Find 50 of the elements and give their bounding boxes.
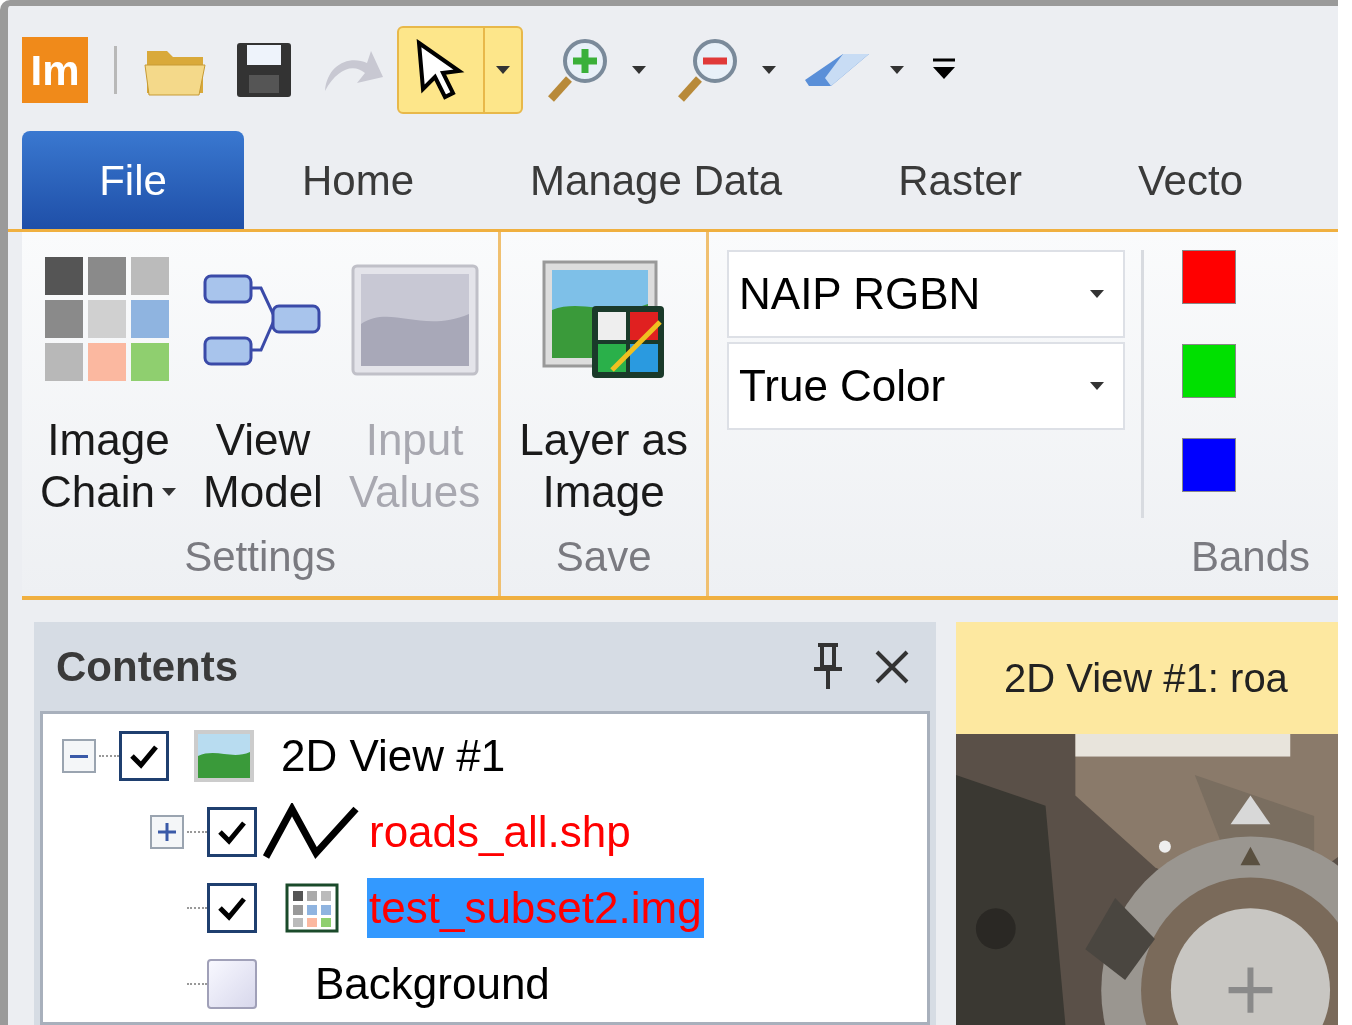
ribbon-button[interactable]: Image Chain [32, 250, 185, 525]
ribbon-tab[interactable]: Home [244, 131, 473, 229]
ribbon-tab[interactable]: Raster [840, 131, 1080, 229]
checkmark-icon [217, 819, 247, 845]
file-tab[interactable]: File [22, 131, 244, 229]
dropdown-caret-icon [495, 65, 511, 75]
dropdown-field[interactable]: NAIP RGBN [727, 250, 1125, 338]
checkbox[interactable] [207, 959, 257, 1009]
band-color-swatch[interactable] [1182, 344, 1236, 398]
dropdown-value: True Color [739, 360, 946, 412]
landscape-icon [193, 729, 255, 783]
view-title: 2D View #1: roa [1004, 655, 1288, 702]
group-label: Bands [1190, 532, 1311, 582]
checkbox[interactable] [207, 807, 257, 857]
select-tool-button[interactable] [397, 26, 523, 114]
checkmark-icon [217, 895, 247, 921]
color-grid-icon [45, 257, 172, 383]
layer-image-icon [541, 260, 666, 380]
dropdown-caret-icon [761, 65, 777, 75]
plus-icon [158, 823, 176, 841]
save-icon[interactable] [235, 41, 293, 99]
dropdown-caret-icon [889, 65, 905, 75]
ribbon-tab[interactable]: Vecto [1079, 131, 1243, 229]
ribbon-tab[interactable]: Manage Data [472, 131, 841, 229]
panel-title: Contents [56, 642, 238, 692]
layer-name[interactable]: Background [313, 954, 552, 1014]
checkmark-icon [129, 743, 159, 769]
ribbon-button[interactable]: View Model [194, 250, 331, 525]
dropdown-value: NAIP RGBN [739, 268, 981, 320]
dropdown-caret-icon [631, 65, 647, 75]
collapse-toggle[interactable] [62, 739, 96, 773]
pin-icon[interactable] [812, 642, 844, 691]
band-color-swatch[interactable] [1182, 250, 1236, 304]
ribbon-button[interactable]: Layer as Image [511, 250, 696, 525]
group-label: Settings [184, 532, 336, 582]
layer-name[interactable]: 2D View #1 [279, 726, 508, 786]
image-icon [350, 264, 479, 376]
checkbox[interactable] [207, 883, 257, 933]
minus-icon [70, 754, 88, 758]
close-icon[interactable] [874, 648, 910, 685]
checkbox[interactable] [119, 731, 169, 781]
dropdown-field[interactable]: True Color [727, 342, 1125, 430]
layer-name[interactable]: roads_all.shp [367, 802, 633, 862]
band-color-swatch[interactable] [1182, 438, 1236, 492]
expand-toggle[interactable] [150, 815, 184, 849]
raster-grid-icon [285, 883, 339, 933]
dropdown-caret-icon [1089, 289, 1105, 299]
group-label: Save [555, 532, 652, 582]
dropdown-caret-icon [1089, 381, 1105, 391]
view-tab[interactable]: 2D View #1: roa [956, 622, 1338, 734]
